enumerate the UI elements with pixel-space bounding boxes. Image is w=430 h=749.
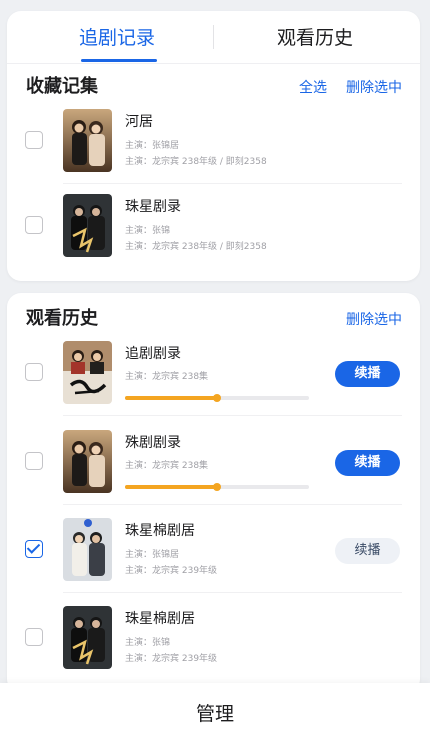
- drama-poster: [63, 341, 112, 404]
- row-checkbox[interactable]: [25, 628, 43, 646]
- drama-poster: [63, 518, 112, 581]
- watch-progress-bar: [125, 394, 309, 402]
- tab-bar: 追剧记录 观看历史: [7, 11, 420, 63]
- drama-cast: 主演：张锦居: [125, 550, 180, 560]
- list-item[interactable]: 珠星棉剧居 主演：张锦居 主演：龙宗宾 239年级 续播: [7, 507, 420, 593]
- drama-meta: 主演：龙宗宾 238年级 / 即刻2358: [125, 157, 267, 167]
- drama-meta: 主演：龙宗宾 239年级: [125, 654, 218, 664]
- row-checkbox[interactable]: [25, 363, 43, 381]
- drama-poster: [63, 194, 112, 257]
- drama-meta: 主演：龙宗宾 238集: [125, 372, 209, 382]
- row-checkbox-checked[interactable]: [25, 540, 43, 558]
- drama-title: 珠星棉剧居: [125, 611, 195, 627]
- drama-cast: 主演：张锦居: [125, 141, 180, 151]
- row-divider: [63, 415, 402, 416]
- watch-progress-bar: [125, 483, 309, 491]
- favorites-delete-selected-button[interactable]: 删除选中: [346, 78, 402, 98]
- bottom-bar: 管理: [0, 683, 430, 749]
- drama-title: 珠星棉剧居: [125, 523, 195, 539]
- resume-play-button[interactable]: 续播: [335, 450, 400, 476]
- drama-title: 珠星剧录: [125, 199, 181, 215]
- drama-meta: 主演：龙宗宾 238集: [125, 461, 209, 471]
- watch-progress-handle: [213, 483, 221, 491]
- resume-play-button[interactable]: 续播: [335, 361, 400, 387]
- watch-progress-fill: [125, 485, 217, 489]
- drama-cast: 主演：张锦: [125, 638, 171, 648]
- list-item[interactable]: 珠星棉剧居 主演：张锦 主演：龙宗宾 239年级: [7, 595, 420, 681]
- manage-button[interactable]: 管理: [0, 701, 430, 727]
- select-all-button[interactable]: 全选: [299, 78, 327, 98]
- drama-meta: 主演：龙宗宾 238年级 / 即刻2358: [125, 242, 267, 252]
- favorites-title: 收藏记集: [26, 76, 98, 97]
- tab-follow-records[interactable]: 追剧记录: [79, 26, 155, 50]
- tab-watch-history[interactable]: 观看历史: [277, 26, 353, 50]
- drama-title: 河居: [125, 114, 153, 130]
- history-title: 观看历史: [26, 308, 98, 329]
- row-divider: [63, 504, 402, 505]
- list-item[interactable]: 追剧剧录 主演：龙宗宾 238集 续播: [7, 330, 420, 416]
- drama-title: 追剧剧录: [125, 346, 181, 362]
- row-divider: [63, 592, 402, 593]
- list-item[interactable]: 河居 主演：张锦居 主演：龙宗宾 238年级 / 即刻2358: [7, 98, 420, 184]
- history-card: 观看历史 删除选中 追剧剧录 主演：龙宗宾 238集 续播 殊剧剧录 主演：龙宗…: [7, 293, 420, 693]
- list-item[interactable]: 珠星剧录 主演：张锦 主演：龙宗宾 238年级 / 即刻2358: [7, 183, 420, 269]
- drama-poster: [63, 430, 112, 493]
- row-checkbox[interactable]: [25, 216, 43, 234]
- drama-poster: [63, 109, 112, 172]
- list-item[interactable]: 殊剧剧录 主演：龙宗宾 238集 续播: [7, 419, 420, 505]
- row-checkbox[interactable]: [25, 131, 43, 149]
- tab-divider: [213, 25, 214, 49]
- drama-cast: 主演：张锦: [125, 226, 171, 236]
- resume-play-button[interactable]: 续播: [335, 538, 400, 564]
- watch-progress-handle: [213, 394, 221, 402]
- active-tab-indicator: [81, 59, 157, 62]
- tabs-separator: [7, 63, 420, 64]
- watch-progress-fill: [125, 396, 217, 400]
- history-delete-selected-button[interactable]: 删除选中: [346, 310, 402, 330]
- drama-title: 殊剧剧录: [125, 435, 181, 451]
- drama-poster: [63, 606, 112, 669]
- drama-meta: 主演：龙宗宾 239年级: [125, 566, 218, 576]
- row-checkbox[interactable]: [25, 452, 43, 470]
- favorites-card: 追剧记录 观看历史 收藏记集 全选 删除选中 河居 主演：张锦居 主演：龙宗宾 …: [7, 11, 420, 281]
